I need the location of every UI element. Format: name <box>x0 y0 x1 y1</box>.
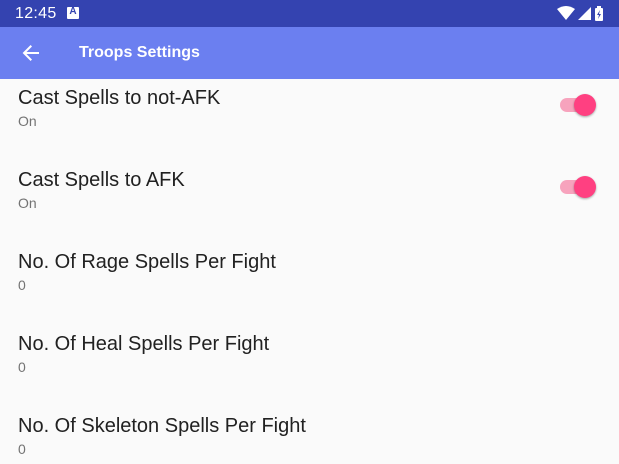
setting-title: No. Of Rage Spells Per Fight <box>18 251 276 273</box>
setting-title: No. Of Heal Spells Per Fight <box>18 333 270 355</box>
status-bar: 12:45 A <box>0 0 619 27</box>
status-time: 12:45 <box>15 5 57 22</box>
switch-thumb <box>574 94 596 116</box>
setting-summary: On <box>18 195 37 211</box>
cell-signal-icon <box>578 7 591 20</box>
cast-spells-not-afk-switch[interactable] <box>560 93 598 117</box>
battery-charging-icon <box>595 6 603 21</box>
setting-rage-spells[interactable]: No. Of Rage Spells Per Fight 0 <box>0 243 619 325</box>
setting-title: Cast Spells to AFK <box>18 169 185 191</box>
wifi-icon <box>557 6 575 20</box>
a-badge-icon: A <box>67 6 79 19</box>
status-icons <box>557 5 605 23</box>
setting-summary: 0 <box>18 277 26 293</box>
setting-heal-spells[interactable]: No. Of Heal Spells Per Fight 0 <box>0 325 619 407</box>
page-title: Troops Settings <box>79 44 200 61</box>
setting-cast-spells-afk[interactable]: Cast Spells to AFK On <box>0 161 619 243</box>
app-screen: 12:45 A Troops Settings Cast Spells to n… <box>0 0 619 464</box>
setting-summary: 0 <box>18 359 26 375</box>
setting-summary: On <box>18 113 37 129</box>
setting-title: No. Of Skeleton Spells Per Fight <box>18 415 306 437</box>
switch-thumb <box>574 176 596 198</box>
setting-summary: 0 <box>18 441 26 457</box>
arrow-back-icon <box>22 45 39 61</box>
back-button[interactable] <box>12 34 50 72</box>
setting-skeleton-spells[interactable]: No. Of Skeleton Spells Per Fight 0 <box>0 407 619 464</box>
app-bar: Troops Settings <box>0 27 619 79</box>
setting-title: Cast Spells to not-AFK <box>18 87 221 109</box>
setting-cast-spells-not-afk[interactable]: Cast Spells to not-AFK On <box>0 79 619 161</box>
cast-spells-afk-switch[interactable] <box>560 175 598 199</box>
